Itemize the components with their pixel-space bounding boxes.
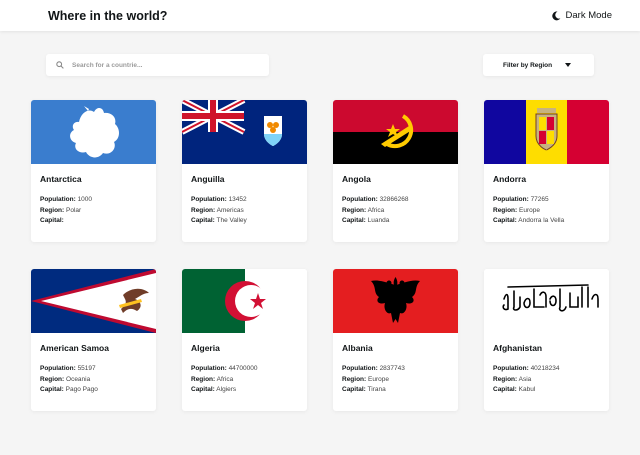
angola-flag-icon — [333, 100, 458, 164]
region-stat: Region: Africa — [191, 375, 234, 383]
andorra-flag-icon — [484, 100, 609, 164]
country-name: Angola — [342, 174, 371, 184]
app-title[interactable]: Where in the world? — [48, 9, 167, 23]
afghanistan-flag-icon — [484, 269, 609, 333]
country-name: Albania — [342, 343, 373, 353]
search-input[interactable] — [72, 61, 242, 69]
capital-stat: Capital: Kabul — [493, 386, 536, 393]
population-stat: Population: 55197 — [40, 365, 96, 372]
capital-stat: Capital: Luanda — [342, 217, 390, 224]
capital-stat: Capital: Algiers — [191, 386, 237, 393]
american-samoa-flag-icon — [31, 269, 156, 333]
country-name: Anguilla — [191, 174, 225, 184]
region-stat: Region: Africa — [342, 206, 385, 214]
country-name: Algeria — [191, 343, 220, 353]
country-name: Andorra — [493, 174, 527, 184]
country-name: Antarctica — [40, 174, 82, 184]
country-card[interactable]: Algeria Population: 44700000 Region: Afr… — [182, 269, 307, 411]
region-filter-dropdown[interactable]: Filter by Region — [483, 54, 594, 76]
dark-mode-label: Dark Mode — [565, 10, 612, 21]
country-card[interactable]: Anguilla Population: 13452 Region: Ameri… — [182, 100, 307, 242]
region-stat: Region: Oceania — [40, 375, 91, 383]
country-name: Afghanistan — [493, 343, 543, 353]
anguilla-flag-icon — [182, 100, 307, 164]
region-filter-label: Filter by Region — [503, 61, 553, 69]
population-stat: Population: 32866268 — [342, 196, 409, 203]
population-stat: Population: 44700000 — [191, 365, 258, 372]
country-card[interactable]: American Samoa Population: 55197 Region:… — [31, 269, 156, 411]
country-card[interactable]: Albania Population: 2837743 Region: Euro… — [333, 269, 458, 411]
region-stat: Region: Americas — [191, 206, 244, 214]
country-card[interactable]: Afghanistan Population: 40218234 Region:… — [484, 269, 609, 411]
region-stat: Region: Europe — [493, 206, 540, 214]
antarctica-flag-icon — [31, 100, 156, 164]
population-stat: Population: 40218234 — [493, 365, 560, 372]
region-stat: Region: Asia — [493, 375, 532, 383]
region-stat: Region: Europe — [342, 375, 389, 383]
country-card[interactable]: Angola Population: 32866268 Region: Afri… — [333, 100, 458, 242]
population-stat: Population: 77265 — [493, 196, 549, 203]
population-stat: Population: 13452 — [191, 196, 247, 203]
capital-stat: Capital: Tirana — [342, 386, 386, 393]
capital-stat: Capital: The Valley — [191, 217, 247, 224]
search-icon — [56, 61, 64, 69]
country-card[interactable]: Antarctica Population: 1000 Region: Pola… — [31, 100, 156, 242]
dark-mode-toggle[interactable]: Dark Mode — [551, 10, 612, 21]
algeria-flag-icon — [182, 269, 307, 333]
region-stat: Region: Polar — [40, 206, 82, 214]
country-name: American Samoa — [40, 343, 109, 353]
albania-flag-icon — [333, 269, 458, 333]
capital-stat: Capital: Pago Pago — [40, 386, 98, 393]
population-stat: Population: 2837743 — [342, 365, 405, 372]
population-stat: Population: 1000 — [40, 196, 93, 203]
capital-stat: Capital: — [40, 217, 64, 224]
country-card[interactable]: Andorra Population: 77265 Region: Europe… — [484, 100, 609, 242]
app-header: Where in the world? Dark Mode — [0, 0, 640, 31]
caret-down-icon — [565, 63, 571, 67]
moon-icon — [551, 11, 560, 20]
search-box[interactable] — [46, 54, 269, 76]
capital-stat: Capital: Andorra la Vella — [493, 217, 565, 224]
